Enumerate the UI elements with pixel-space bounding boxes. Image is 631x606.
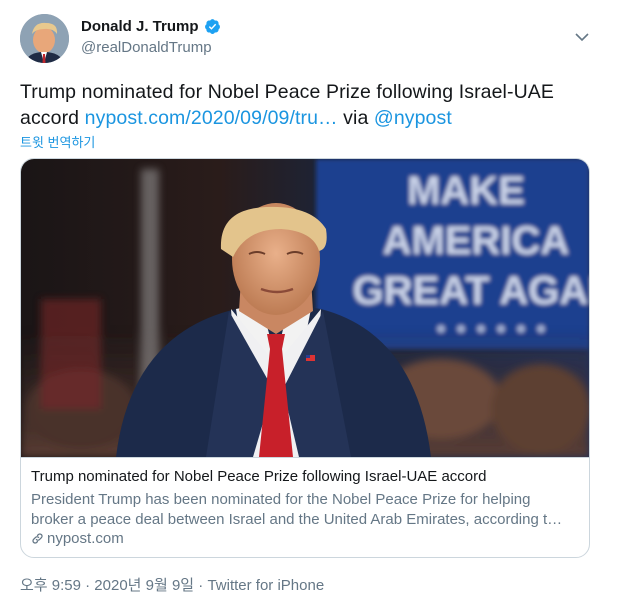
sign-line-3: GREAT AGAI <box>353 269 589 313</box>
sign-line-1: MAKE <box>407 169 525 213</box>
source-label[interactable]: Twitter for iPhone <box>207 577 324 594</box>
card-description-line-2: broker a peace deal between Israel and t… <box>31 511 563 528</box>
card-title: Trump nominated for Nobel Peace Prize fo… <box>31 468 487 485</box>
via-text: via <box>337 107 374 129</box>
profile-photo-icon <box>20 14 69 63</box>
card-description: President Trump has been nominated for t… <box>31 490 579 530</box>
author-name-row[interactable]: Donald J. Trump <box>81 18 221 35</box>
card-domain-text: nypost.com <box>47 530 124 547</box>
verified-badge-icon <box>204 18 221 35</box>
article-link[interactable]: nypost.com/2020/09/09/tru… <box>85 107 338 129</box>
card-image[interactable]: MAKE AMERICA GREAT AGAI <box>21 159 589 457</box>
link-icon <box>31 532 44 545</box>
card-photo: MAKE AMERICA GREAT AGAI <box>21 159 589 457</box>
sign-line-2: AMERICA <box>383 219 570 263</box>
display-name[interactable]: Donald J. Trump <box>81 18 199 35</box>
author-handle[interactable]: @realDonaldTrump <box>81 39 212 56</box>
card-domain: nypost.com <box>31 530 124 547</box>
translate-tweet-link[interactable]: 트윗 번역하기 <box>20 132 95 151</box>
card-description-line-1: President Trump has been nominated for t… <box>31 491 531 508</box>
tweet-text: Trump nominated for Nobel Peace Prize fo… <box>20 79 605 131</box>
card-body[interactable]: Trump nominated for Nobel Peace Prize fo… <box>21 457 589 557</box>
timestamp[interactable]: 오후 9:59 · 2020년 9월 9일 <box>20 577 194 594</box>
mention-link[interactable]: @nypost <box>374 107 452 129</box>
chevron-down-icon[interactable] <box>574 30 590 42</box>
tweet: Donald J. Trump @realDonaldTrump Trump n… <box>0 0 631 606</box>
meta-separator: · <box>194 577 208 594</box>
tweet-meta: 오후 9:59 · 2020년 9월 9일 · Twitter for iPho… <box>20 574 324 595</box>
avatar[interactable] <box>20 14 69 63</box>
link-preview-card[interactable]: MAKE AMERICA GREAT AGAI Trump nominated … <box>20 158 590 558</box>
